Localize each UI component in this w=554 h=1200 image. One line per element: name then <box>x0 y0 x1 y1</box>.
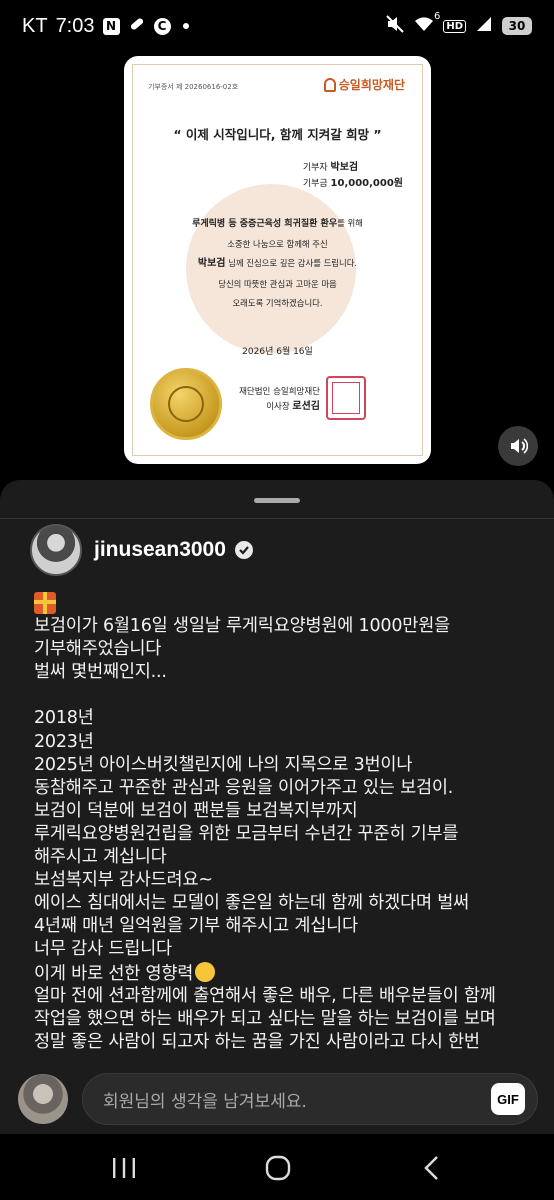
post-sheet: jinusean3000 보검이가 6월16일 생일날 루게릭요양병원에 100… <box>0 480 554 1130</box>
caption-line: 동참해주고 꾸준한 관심과 응원을 이어가주고 있는 보검이. <box>34 777 454 798</box>
chair-label: 이사장 <box>266 401 290 412</box>
thanks-text: 님께 진심으로 깊은 감사를 드립니다. <box>225 258 358 269</box>
foundation-logo: 승일희망재단 <box>323 76 405 93</box>
battery-icon: 30 <box>502 17 532 35</box>
beneficiary-text: 루게릭병 등 중증근육성 희귀질환 환우 <box>192 219 338 229</box>
caption-line: 정말 좋은 사람이 되고자 하는 꿈을 가진 사람이라고 다시 한번 <box>34 1031 480 1052</box>
body-line-5: 오래도록 기억하겠습니다. <box>232 297 323 308</box>
caption-line: 에이스 침대에서는 모델이 좋은일 하는데 함께 하겠다며 벌써 <box>34 893 470 914</box>
chair-name: 로션김 <box>292 400 320 412</box>
current-user-avatar <box>18 1074 68 1124</box>
drag-handle[interactable] <box>254 498 300 503</box>
back-button[interactable] <box>402 1148 462 1188</box>
caption-line <box>34 684 534 707</box>
caption-line: 보검이 덕분에 보검이 팬분들 보검복지부까지 <box>34 800 358 821</box>
post-caption: 보검이가 6월16일 생일날 루게릭요양병원에 1000만원을 기부해주었습니다… <box>34 592 534 1054</box>
foundation-name: 재단법인 승일희망재단 <box>239 387 320 397</box>
gold-seal-icon <box>150 368 222 440</box>
thanks-name: 박보검 <box>197 258 226 270</box>
pill-notification-icon <box>128 15 146 38</box>
caption-line: 너무 감사 드립니다 <box>34 939 172 960</box>
system-nav-bar <box>0 1134 554 1200</box>
naver-notification-icon: N <box>102 17 120 35</box>
comment-bar: 회원님의 생각을 남겨보세요. GIF <box>0 1058 554 1134</box>
beneficiary-suffix: 를 위해 <box>337 218 363 228</box>
grin-emoji-icon <box>195 961 216 982</box>
gif-button[interactable]: GIF <box>491 1083 525 1115</box>
back-icon <box>424 1156 438 1180</box>
home-button[interactable] <box>248 1148 308 1188</box>
certificate-number: 기부증서 제 20260616-02호 <box>148 83 239 91</box>
caption-line: 벌써 몇번째인지... <box>34 662 167 683</box>
mute-icon <box>385 14 405 38</box>
recent-apps-icon <box>113 1158 135 1178</box>
signal-icon <box>475 15 493 37</box>
audio-toggle-button[interactable] <box>498 426 538 466</box>
certificate-body: 루게릭병 등 중증근육성 희귀질환 환우를 위해 소중한 나눔으로 함께해 주신… <box>124 214 431 312</box>
caption-line: 보섬복지부 감사드려요~ <box>34 870 213 891</box>
verified-badge-icon <box>234 541 253 559</box>
caption-line: 기부해주었습니다 <box>34 639 162 660</box>
clock: 7:03 <box>55 14 95 37</box>
foundation-logo-text: 승일희망재단 <box>338 78 405 92</box>
c-notification-icon: C <box>153 17 171 35</box>
caption-line: 2018년 <box>34 708 94 729</box>
speaker-icon <box>511 438 528 454</box>
caption-line: 보검이가 6월16일 생일날 루게릭요양병원에 1000만원을 <box>34 616 450 637</box>
wifi-icon: 6 <box>414 11 440 37</box>
caption-line: 루게릭요양병원건립을 위한 모금부터 수년간 꾸준히 기부를 <box>34 823 459 844</box>
author-username[interactable]: jinusean3000 <box>94 538 254 562</box>
wifi-badge: 6 <box>433 11 441 22</box>
donation-certificate-image[interactable]: 기부증서 제 20260616-02호 승일희망재단 “ 이제 시작입니다, 함… <box>124 56 431 464</box>
recent-apps-button[interactable] <box>94 1148 154 1188</box>
certificate-title: “ 이제 시작입니다, 함께 지켜갈 희망 ” <box>173 127 382 142</box>
caption-line: 4년째 매년 일억원을 기부 해주시고 계십니다 <box>34 916 358 937</box>
body-line-4: 당신의 따뜻한 관심과 고마운 마음 <box>218 279 337 290</box>
more-notifications-dot <box>182 23 189 29</box>
home-icon <box>265 1155 291 1181</box>
gift-emoji-icon <box>34 592 56 614</box>
donation-amount: 10,000,000원 <box>330 177 403 189</box>
comment-placeholder: 회원님의 생각을 남겨보세요. <box>103 1091 307 1112</box>
caption-line: 이게 바로 선한 영향력 <box>34 963 194 984</box>
caption-line: 2023년 <box>34 731 94 752</box>
donor-name: 박보검 <box>330 162 359 173</box>
caption-line: 해주시고 계십니다 <box>34 847 167 868</box>
red-stamp-icon <box>326 376 366 420</box>
certificate-date: 2026년 6월 16일 <box>242 347 313 357</box>
caption-line: 2025년 아이스버킷챌린지에 나의 지목으로 3번이나 <box>34 754 413 775</box>
sheet-divider <box>0 518 554 519</box>
donor-label: 기부자 <box>302 163 328 173</box>
certificate-signature: 재단법인 승일희망재단 이사장 로션김 <box>228 386 320 414</box>
caption-line: 작업을 했으면 하는 배우가 되고 싶다는 말을 하는 보검이를 보며 <box>34 1008 496 1029</box>
username-text: jinusean3000 <box>94 538 226 561</box>
donor-info: 기부자 박보검 기부금 10,000,000원 <box>303 160 403 191</box>
carrier-label: KT <box>22 14 48 37</box>
status-bar: KT 7:03 N C 6 HD 30 <box>0 0 554 52</box>
body-line-2: 소중한 나눔으로 함께해 주신 <box>227 238 328 249</box>
comment-input[interactable]: 회원님의 생각을 남겨보세요. GIF <box>82 1073 538 1125</box>
volte-hd-icon: HD <box>443 19 466 33</box>
foundation-logo-icon <box>323 77 336 92</box>
amount-label: 기부금 <box>302 178 328 189</box>
author-avatar[interactable] <box>30 524 82 576</box>
caption-line: 얼마 전에 션과함께에 출연해서 좋은 배우, 다른 배우분들이 함께 <box>34 985 496 1006</box>
